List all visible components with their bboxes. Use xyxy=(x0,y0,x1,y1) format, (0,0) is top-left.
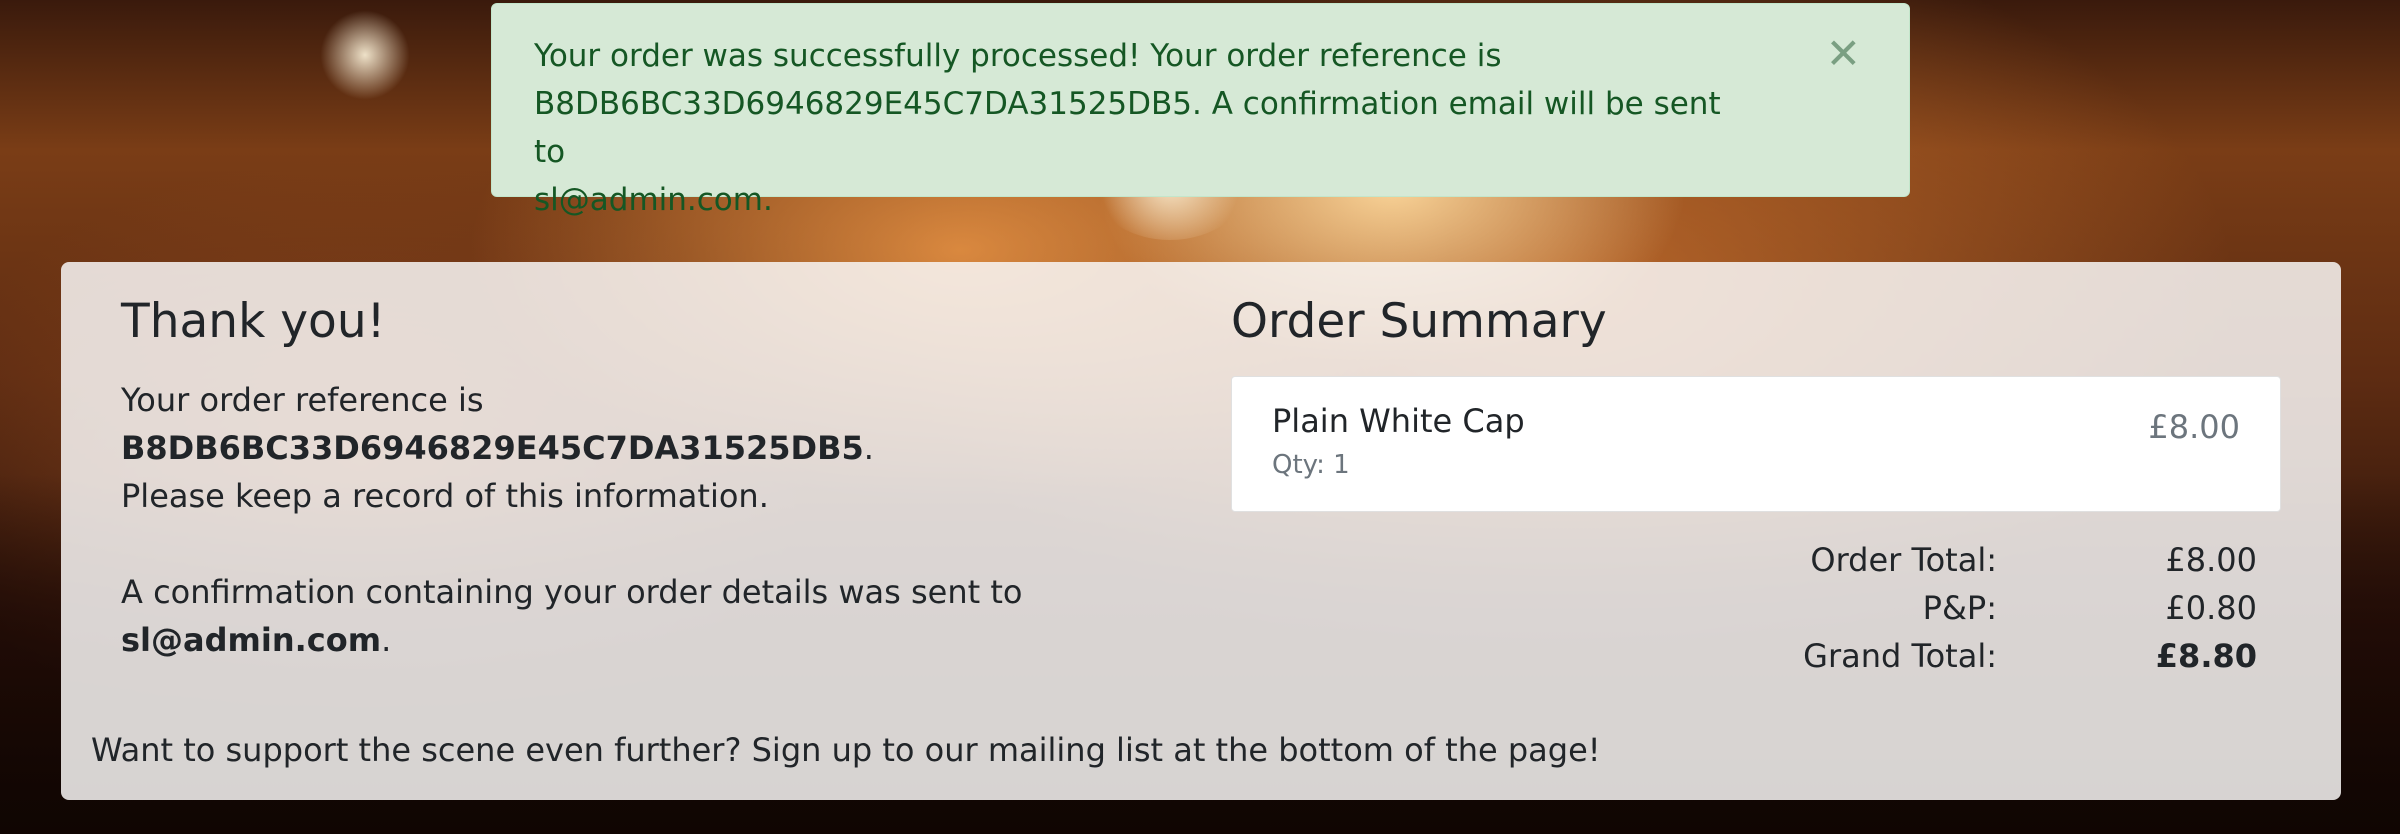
order-total-value: £8.00 xyxy=(2165,541,2257,579)
confirmation-text: A confirmation containing your order det… xyxy=(121,568,1201,664)
pp-value: £0.80 xyxy=(2165,589,2257,627)
order-item-price: £8.00 xyxy=(2148,408,2240,446)
order-reference-prefix: Your order reference is xyxy=(121,381,484,419)
alert-message-line: B8DB6BC33D6946829E45C7DA31525DB5. A conf… xyxy=(534,86,1721,170)
order-total-row: Order Total: £8.00 xyxy=(1231,536,2257,584)
pp-label: P&P: xyxy=(1922,589,1997,627)
confirmation-email: sl@admin.com xyxy=(121,621,382,659)
alert-message: Your order was successfully processed! Y… xyxy=(534,32,1744,224)
close-icon[interactable]: ✕ xyxy=(1826,30,1861,78)
order-reference-note: Please keep a record of this information… xyxy=(121,477,769,515)
order-summary-title: Order Summary xyxy=(1231,294,1607,349)
order-item-name: Plain White Cap xyxy=(1272,402,1525,440)
mailing-list-note: Want to support the scene even further? … xyxy=(91,731,1601,769)
alert-message-line: Your order was successfully processed! Y… xyxy=(534,38,1502,74)
order-totals: Order Total: £8.00 P&P: £0.80 Grand Tota… xyxy=(1231,536,2257,680)
pp-row: P&P: £0.80 xyxy=(1231,584,2257,632)
order-reference-suffix: . xyxy=(863,429,874,467)
grand-total-value: £8.80 xyxy=(2155,637,2257,675)
order-summary-section: Order Summary Plain White Cap Qty: 1 £8.… xyxy=(1231,290,2281,680)
alert-message-line: sl@admin.com. xyxy=(534,182,773,218)
grand-total-row: Grand Total: £8.80 xyxy=(1231,632,2257,680)
order-item: Plain White Cap Qty: 1 £8.00 xyxy=(1231,376,2281,512)
stage-light xyxy=(320,10,410,100)
grand-total-label: Grand Total: xyxy=(1803,637,1997,675)
confirmation-prefix: A confirmation containing your order det… xyxy=(121,573,1023,611)
confirmation-suffix: . xyxy=(381,621,392,659)
order-total-label: Order Total: xyxy=(1810,541,1997,579)
order-confirmation-card: Thank you! Your order reference is B8DB6… xyxy=(61,262,2341,800)
thank-you-section: Thank you! Your order reference is B8DB6… xyxy=(121,290,1201,664)
order-reference-text: Your order reference is B8DB6BC33D694682… xyxy=(121,376,1201,520)
thank-you-title: Thank you! xyxy=(121,294,386,349)
order-reference-value: B8DB6BC33D6946829E45C7DA31525DB5 xyxy=(121,429,864,467)
order-item-qty: Qty: 1 xyxy=(1272,450,1350,480)
success-alert: Your order was successfully processed! Y… xyxy=(491,3,1910,218)
